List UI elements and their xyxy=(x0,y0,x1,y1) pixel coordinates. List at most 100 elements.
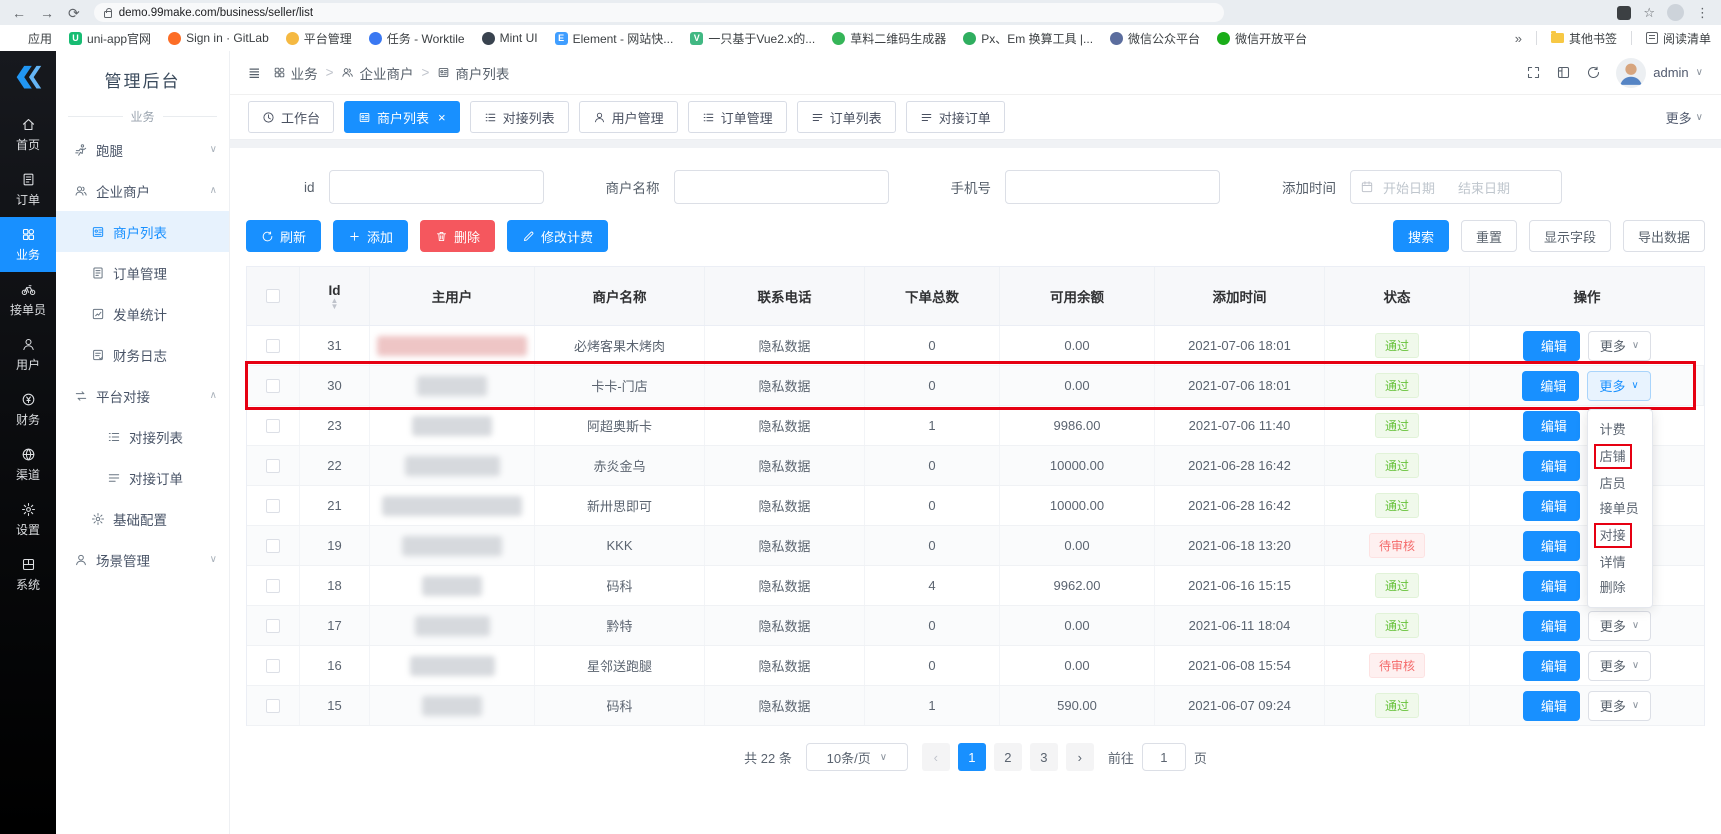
rail-item-系统[interactable]: 系统 xyxy=(0,547,56,602)
sidebar-item-平台对接[interactable]: 平台对接∧ xyxy=(56,375,229,416)
more-button[interactable]: 更多∨ xyxy=(1588,691,1651,721)
tab-商户列表[interactable]: 商户列表× xyxy=(344,101,460,133)
row-checkbox[interactable] xyxy=(266,579,280,593)
dropdown-item-店铺[interactable]: 店铺 xyxy=(1588,442,1652,471)
rail-item-接单员[interactable]: 接单员 xyxy=(0,272,56,327)
forward-icon[interactable]: → xyxy=(40,6,54,20)
edit-button[interactable]: 编辑 xyxy=(1523,411,1580,441)
browser-menu-icon[interactable]: ⋮ xyxy=(1696,6,1709,19)
reload-icon[interactable]: ⟳ xyxy=(68,6,80,20)
row-checkbox[interactable] xyxy=(266,379,280,393)
dropdown-item-接单员[interactable]: 接单员 xyxy=(1588,496,1652,521)
dropdown-item-店员[interactable]: 店员 xyxy=(1588,471,1652,496)
rail-item-设置[interactable]: 设置 xyxy=(0,492,56,547)
bookmarks-overflow-icon[interactable]: » xyxy=(1515,32,1522,45)
bookmark-item[interactable]: Uuni-app官网 xyxy=(69,30,151,47)
sort-icon[interactable]: ▲▼ xyxy=(331,298,339,310)
rail-item-渠道[interactable]: 渠道 xyxy=(0,437,56,492)
sidebar-item-基础配置[interactable]: 基础配置 xyxy=(56,498,229,539)
bookmark-item[interactable]: 应用 xyxy=(10,30,52,47)
edit-button[interactable]: 编辑 xyxy=(1523,651,1580,681)
edit-button[interactable]: 编辑 xyxy=(1523,491,1580,521)
prev-page-button[interactable]: ‹ xyxy=(922,743,950,771)
profile-avatar[interactable] xyxy=(1667,4,1684,21)
bookmark-item[interactable]: Sign in · GitLab xyxy=(168,31,269,45)
row-checkbox[interactable] xyxy=(266,339,280,353)
tab-订单管理[interactable]: 订单管理 xyxy=(688,101,787,133)
sidebar-item-企业商户[interactable]: 企业商户∧ xyxy=(56,170,229,211)
export-button[interactable]: 导出数据 xyxy=(1623,220,1705,252)
edit-button[interactable]: 编辑 xyxy=(1522,371,1579,401)
row-checkbox[interactable] xyxy=(266,699,280,713)
bookmark-item[interactable]: 平台管理 xyxy=(286,30,352,47)
page-button-3[interactable]: 3 xyxy=(1030,743,1058,771)
sidebar-item-场景管理[interactable]: 场景管理∨ xyxy=(56,539,229,580)
next-page-button[interactable]: › xyxy=(1066,743,1094,771)
reading-list[interactable]: 阅读清单 xyxy=(1646,30,1711,47)
rail-item-业务[interactable]: 业务 xyxy=(0,217,56,272)
phone-filter-input[interactable] xyxy=(1005,170,1220,204)
row-checkbox[interactable] xyxy=(266,499,280,513)
tab-订单列表[interactable]: 订单列表 xyxy=(797,101,896,133)
user-menu[interactable]: admin ∨ xyxy=(1616,58,1703,88)
rail-item-用户[interactable]: 用户 xyxy=(0,327,56,382)
breadcrumb-item-商户列表[interactable]: 商户列表 xyxy=(437,63,509,83)
search-button[interactable]: 搜索 xyxy=(1393,220,1449,252)
breadcrumb-item-企业商户[interactable]: 企业商户 xyxy=(341,63,413,83)
rail-item-订单[interactable]: 订单 xyxy=(0,162,56,217)
menu-fold-icon[interactable]: ≣ xyxy=(248,64,261,82)
tab-用户管理[interactable]: 用户管理 xyxy=(579,101,678,133)
tab-工作台[interactable]: 工作台 xyxy=(248,101,334,133)
sidebar-item-对接列表[interactable]: 对接列表 xyxy=(56,416,229,457)
star-icon[interactable]: ☆ xyxy=(1643,6,1655,19)
edit-button[interactable]: 编辑 xyxy=(1523,331,1580,361)
url-text[interactable]: demo.99make.com/business/seller/list xyxy=(119,7,313,19)
show-fields-button[interactable]: 显示字段 xyxy=(1529,220,1611,252)
extension-icon[interactable] xyxy=(1617,6,1631,20)
edit-button[interactable]: 编辑 xyxy=(1523,571,1580,601)
row-checkbox[interactable] xyxy=(266,419,280,433)
bookmark-item[interactable]: 微信公众平台 xyxy=(1110,30,1200,47)
add-button[interactable]: 添加 xyxy=(333,220,408,252)
select-all-checkbox[interactable] xyxy=(266,289,280,303)
back-icon[interactable]: ← xyxy=(12,6,26,20)
rail-item-首页[interactable]: 首页 xyxy=(0,107,56,162)
date-range-picker[interactable]: 开始日期 结束日期 xyxy=(1350,170,1562,204)
close-icon[interactable]: × xyxy=(438,110,446,125)
row-checkbox[interactable] xyxy=(266,659,280,673)
sidebar-item-财务日志[interactable]: 财务日志 xyxy=(56,334,229,375)
edit-billing-button[interactable]: 修改计费 xyxy=(507,220,608,252)
row-checkbox[interactable] xyxy=(266,539,280,553)
tab-对接订单[interactable]: 对接订单 xyxy=(906,101,1005,133)
dropdown-item-计费[interactable]: 计费 xyxy=(1588,417,1652,442)
bookmark-item[interactable]: 草料二维码生成器 xyxy=(832,30,946,47)
sidebar-item-对接订单[interactable]: 对接订单 xyxy=(56,457,229,498)
more-button[interactable]: 更多∨ xyxy=(1587,371,1650,401)
bookmark-item[interactable]: Mint UI xyxy=(482,31,538,45)
id-filter-input[interactable] xyxy=(329,170,544,204)
more-button[interactable]: 更多∨ xyxy=(1588,611,1651,641)
more-button[interactable]: 更多∨ xyxy=(1588,331,1651,361)
dropdown-item-删除[interactable]: 删除 xyxy=(1588,575,1652,600)
bookmark-item[interactable]: EElement - 网站快... xyxy=(555,30,674,47)
sidebar-item-跑腿[interactable]: 跑腿∨ xyxy=(56,129,229,170)
edit-button[interactable]: 编辑 xyxy=(1523,691,1580,721)
fullscreen-icon[interactable] xyxy=(1526,65,1541,80)
row-checkbox[interactable] xyxy=(266,619,280,633)
refresh-button[interactable]: 刷新 xyxy=(246,220,321,252)
tabs-more-button[interactable]: 更多 ∨ xyxy=(1666,108,1703,127)
reset-button[interactable]: 重置 xyxy=(1461,220,1517,252)
refresh-icon[interactable] xyxy=(1586,65,1601,80)
dropdown-item-详情[interactable]: 详情 xyxy=(1588,550,1652,575)
row-checkbox[interactable] xyxy=(266,459,280,473)
address-bar[interactable]: demo.99make.com/business/seller/list xyxy=(94,3,1224,22)
theme-icon[interactable] xyxy=(1556,65,1571,80)
edit-button[interactable]: 编辑 xyxy=(1523,611,1580,641)
sidebar-item-订单管理[interactable]: 订单管理 xyxy=(56,252,229,293)
tab-对接列表[interactable]: 对接列表 xyxy=(470,101,569,133)
delete-button[interactable]: 删除 xyxy=(420,220,495,252)
sidebar-item-商户列表[interactable]: 商户列表 xyxy=(56,211,229,252)
page-size-select[interactable]: 10条/页 ∨ xyxy=(806,743,908,771)
edit-button[interactable]: 编辑 xyxy=(1523,451,1580,481)
bookmark-item[interactable]: V一只基于Vue2.x的... xyxy=(690,30,815,47)
